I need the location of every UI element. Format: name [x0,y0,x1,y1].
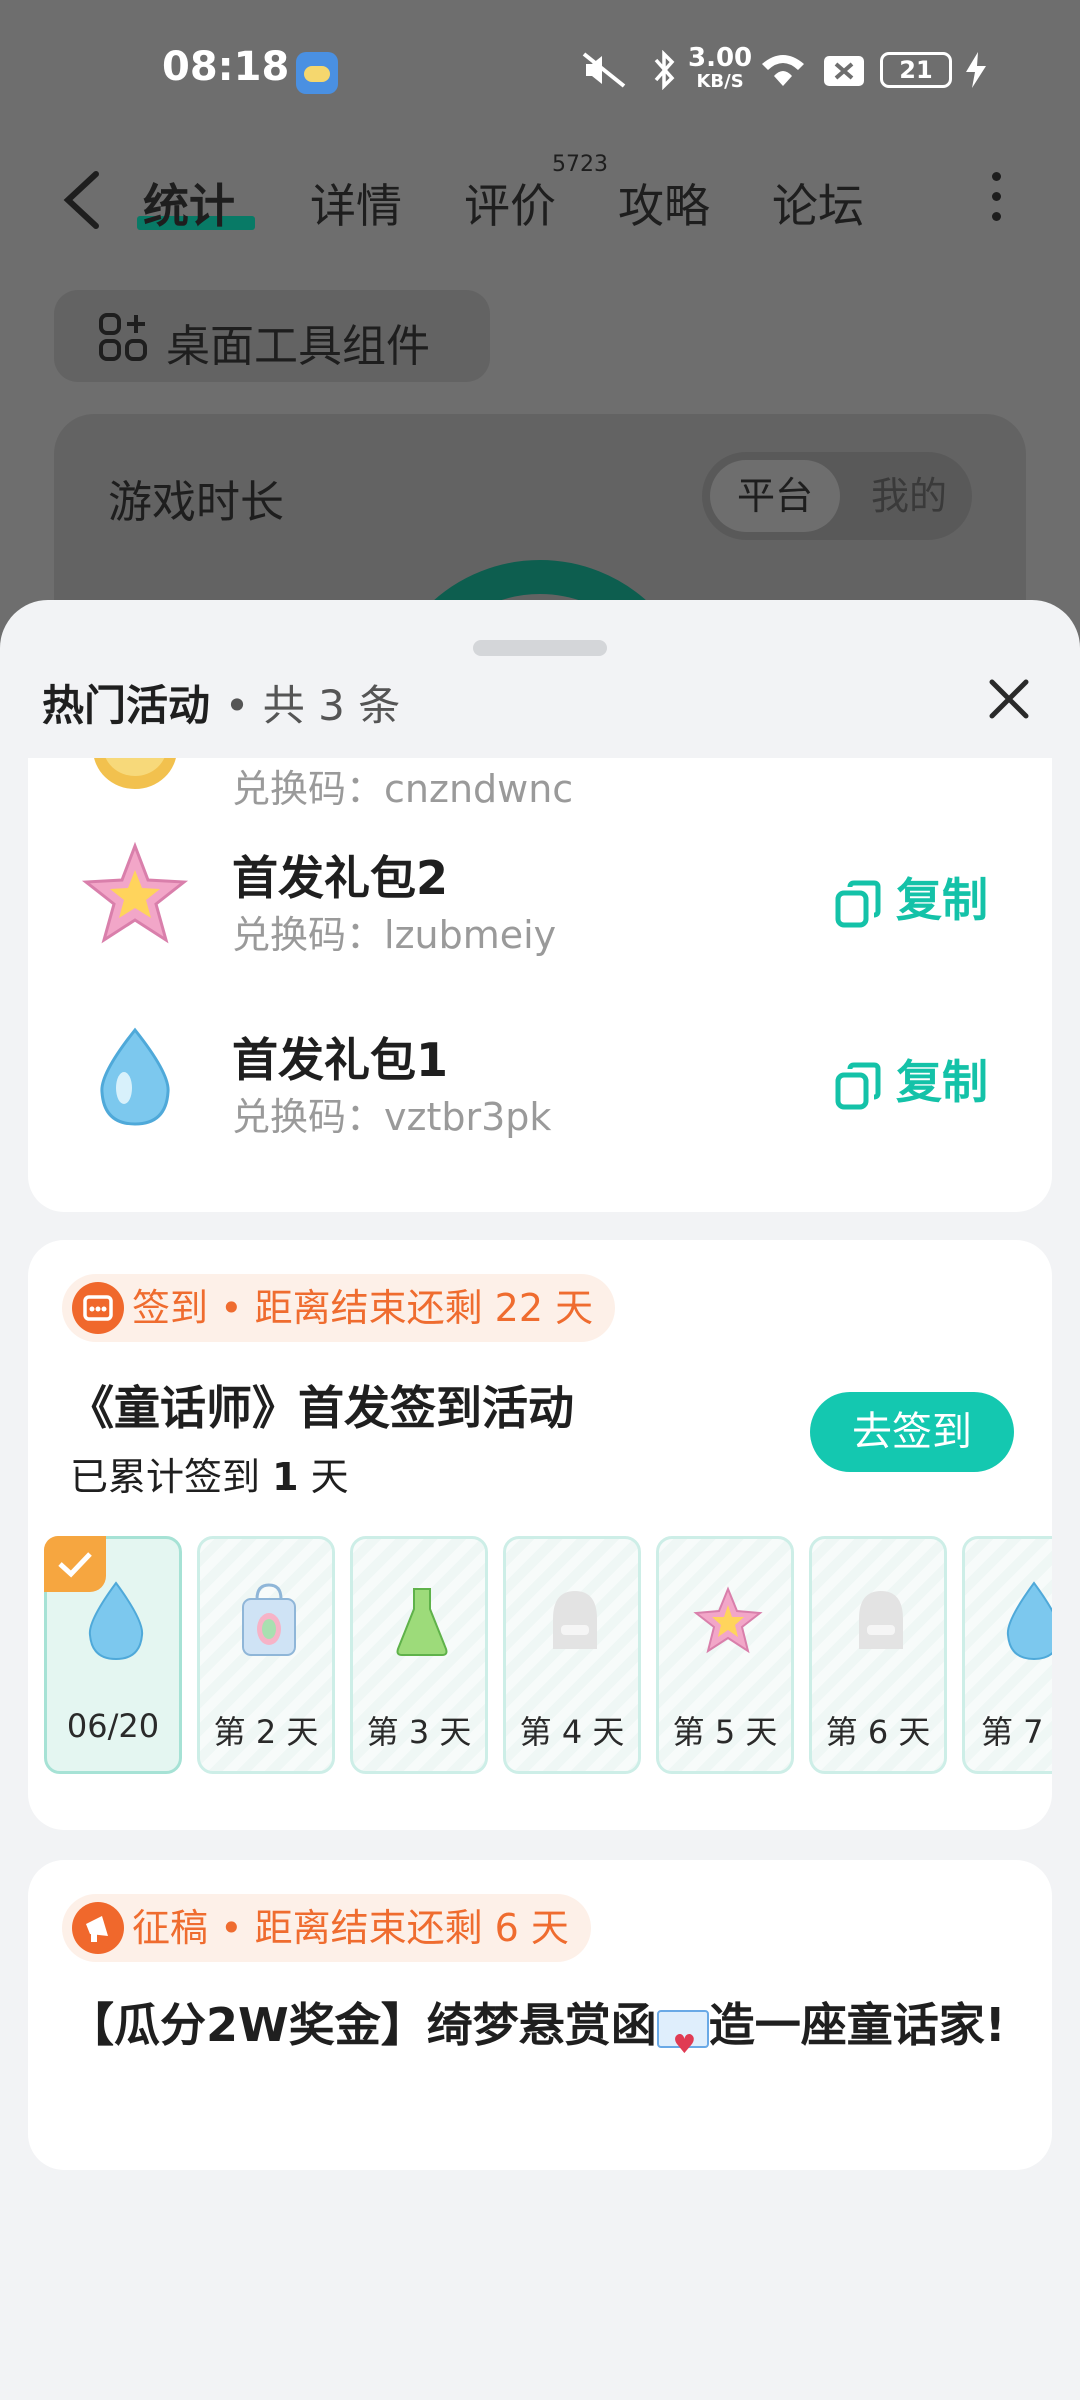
copy-icon [835,880,881,927]
tab-reviews[interactable]: 评价 [464,170,556,236]
gift-bag-icon [242,1583,296,1656]
day-label: 第 6 天 [825,1713,931,1751]
checkin-tag: 签到 • 距离结束还剩 22 天 [62,1274,616,1342]
tab-guides[interactable]: 攻略 [618,170,710,236]
locked-gift-icon [859,1591,903,1649]
segment-mine[interactable]: 我的 [854,460,964,532]
day-label: 第 3 天 [366,1713,472,1751]
contest-tag-text: 征稿 • 距离结束还剩 6 天 [132,1906,569,1950]
segment-platform[interactable]: 平台 [710,460,840,532]
sheet-drag-handle[interactable] [473,640,607,656]
contest-title: 【瓜分2W奖金】绮梦悬赏函造一座童话家! [68,1990,1018,2080]
checkin-day-7[interactable]: 第 7 [962,1536,1052,1774]
checkin-day-1[interactable]: 06/20 [44,1536,182,1774]
bluetooth-icon [654,50,675,90]
go-checkin-button[interactable]: 去签到 [810,1392,1014,1472]
tab-details[interactable]: 详情 [310,170,402,236]
locked-gift-icon [553,1591,597,1649]
mute-icon [582,52,626,88]
day-label: 06/20 [66,1707,160,1745]
desktop-widget-button[interactable]: 桌面工具组件 [54,290,490,382]
checkin-activity-card: 签到 • 距离结束还剩 22 天 《童话师》首发签到活动 已累计签到 1 天 去… [28,1240,1052,1830]
gift-name: 首发礼包1 [232,1033,449,1087]
checkin-day-3[interactable]: 第 3 天 [350,1536,488,1774]
gift-code-list: 兑换码：cnzndwnc 首发礼包2 兑换码：lzubmeiy 复制 首发礼包1… [28,758,1052,1212]
checkin-title: 《童话师》首发签到活动 [68,1381,574,1435]
gift-code-text: 兑换码：vztbr3pk [232,1095,552,1139]
close-icon[interactable] [984,674,1034,724]
battery-icon: 21 [880,52,952,88]
play-time-title: 游戏时长 [108,477,284,528]
copy-label: 复制 [896,1055,988,1109]
review-count-badge: 5723 [552,152,608,177]
day-label: 第 2 天 [213,1713,319,1751]
checkin-day-2[interactable]: 第 2 天 [197,1536,335,1774]
day-label: 第 4 天 [519,1713,625,1751]
tab-stats[interactable]: 统计 [143,170,235,236]
sheet-title: 热门活动 • 共 3 条 [42,672,400,733]
copy-button[interactable]: 复制 [834,1046,988,1109]
charging-icon [966,52,986,88]
gift-name: 首发礼包2 [232,851,449,905]
day-label: 第 7 [981,1713,1044,1751]
wifi-icon [762,55,804,86]
coin-icon [94,758,176,789]
status-bar: 08:18 3.00 KB/S 21 [0,0,1080,140]
love-letter-icon [656,2009,709,2080]
desktop-widget-label: 桌面工具组件 [166,321,430,372]
copy-button[interactable]: 复制 [834,864,988,927]
star-icon [693,1586,763,1654]
checkin-progress: 已累计签到 1 天 [70,1455,349,1499]
gift-row: 首发礼包1 兑换码：vztbr3pk 复制 [28,1002,1052,1162]
gift-row: 首发礼包2 兑换码：lzubmeiy 复制 [28,820,1052,980]
potion-icon [396,1588,448,1656]
widget-grid-icon [99,313,147,361]
weather-icon [296,52,338,94]
sheet-count: • 共 3 条 [224,681,401,730]
day-label: 第 5 天 [672,1713,778,1751]
copy-icon [835,1062,881,1109]
water-drop-icon [88,1581,144,1661]
clock: 08:18 [162,44,290,90]
checkin-day-4[interactable]: 第 4 天 [503,1536,641,1774]
gift-code-text: 兑换码：cnzndwnc [232,767,574,811]
water-drop-icon [1006,1581,1052,1661]
checkin-day-5[interactable]: 第 5 天 [656,1536,794,1774]
gift-code-text: 兑换码：lzubmeiy [232,913,557,957]
calendar-icon [72,1282,124,1334]
platform-segment-control[interactable]: 平台 我的 [702,452,972,540]
sheet-title-text: 热门活动 [42,681,211,730]
tab-forum[interactable]: 论坛 [772,170,864,236]
more-options-icon[interactable] [992,172,1002,222]
sim-off-icon [824,56,864,86]
back-arrow-icon[interactable] [58,168,106,232]
water-drop-icon [100,1027,170,1126]
contest-tag: 征稿 • 距离结束还剩 6 天 [62,1894,591,1962]
star-icon [81,841,189,944]
network-speed: 3.00 KB/S [688,43,753,92]
checkin-day-6[interactable]: 第 6 天 [809,1536,947,1774]
megaphone-icon [72,1902,124,1954]
contest-activity-card[interactable]: 征稿 • 距离结束还剩 6 天 【瓜分2W奖金】绮梦悬赏函造一座童话家! [28,1860,1052,2170]
copy-label: 复制 [896,873,988,927]
checkin-tag-text: 签到 • 距离结束还剩 22 天 [132,1286,594,1330]
